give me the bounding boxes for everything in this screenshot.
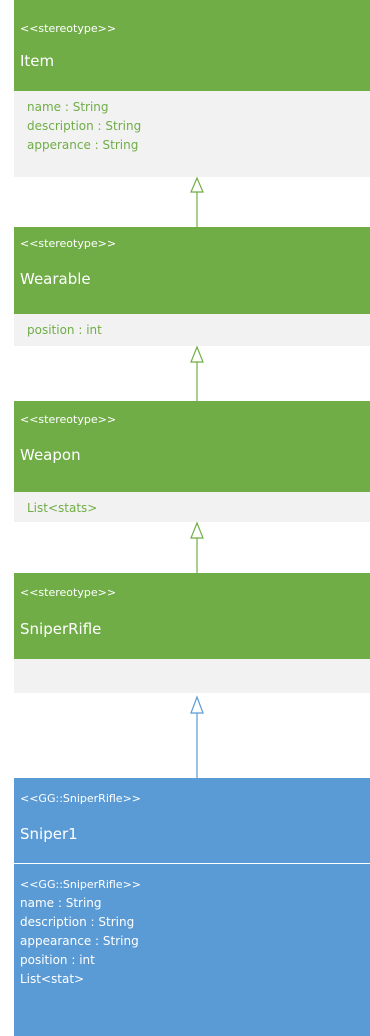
generalization-sniperrifle-weapon (190, 521, 204, 573)
realization-sniper1-sniperrifle (190, 695, 204, 778)
connectors (190, 176, 204, 778)
generalization-weapon-wearable (190, 345, 204, 401)
generalization-wearable-item (190, 176, 204, 227)
